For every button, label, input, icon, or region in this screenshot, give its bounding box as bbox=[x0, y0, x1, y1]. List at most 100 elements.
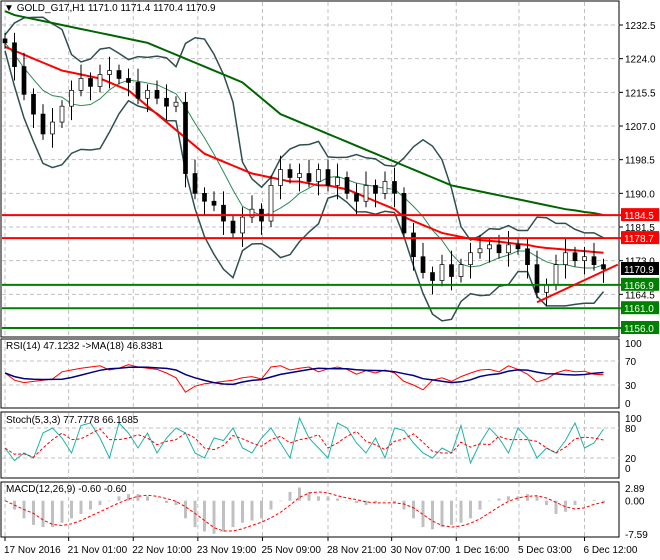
price-bar-body bbox=[297, 173, 302, 178]
macd-histogram-bar bbox=[222, 500, 225, 532]
macd-tick-label: -7.59 bbox=[625, 530, 648, 541]
x-tick-label: 23 Nov 19:00 bbox=[197, 545, 257, 556]
price-bar-body bbox=[439, 264, 445, 281]
price-bar-body bbox=[278, 169, 283, 186]
x-tick-label: 17 Nov 2016 bbox=[4, 545, 61, 556]
price-bar-body bbox=[449, 264, 454, 277]
macd-histogram-bar bbox=[136, 494, 140, 501]
macd-tick-label: 2.89 bbox=[625, 484, 645, 495]
macd-histogram-bar bbox=[146, 496, 149, 501]
macd-histogram-bar bbox=[127, 494, 130, 501]
price-bar-body bbox=[582, 256, 587, 262]
price-bar-body bbox=[202, 192, 207, 202]
trendline bbox=[536, 263, 619, 304]
macd-histogram-bar bbox=[592, 499, 596, 501]
macd-histogram-bar bbox=[507, 496, 510, 501]
macd-histogram-bar bbox=[326, 496, 330, 501]
x-tick-label: 25 Nov 09:00 bbox=[261, 545, 321, 556]
price-bar-body bbox=[135, 82, 141, 99]
macd-signal-line bbox=[4, 491, 604, 532]
y-tick-label: 1190.0 bbox=[625, 189, 655, 200]
macd-histogram-bar bbox=[317, 496, 320, 501]
macd-histogram-bar bbox=[51, 500, 54, 528]
macd-histogram-bar bbox=[155, 500, 159, 502]
macd-histogram-bar bbox=[526, 494, 529, 501]
x-tick-label: 6 Dec 12:00 bbox=[584, 545, 638, 556]
y-tick-label: 1164.5 bbox=[625, 290, 655, 301]
price-bar-body bbox=[430, 272, 435, 281]
price-bar-body bbox=[59, 105, 65, 123]
macd-histogram-bar bbox=[431, 500, 434, 530]
stoch-tick-label: 80 bbox=[625, 424, 637, 435]
macd-histogram-bar bbox=[345, 500, 349, 502]
level-tag-text: 1156.0 bbox=[624, 324, 654, 335]
level-tag-text: 1184.5 bbox=[624, 211, 654, 222]
price-bar-body bbox=[363, 185, 369, 202]
macd-histogram-bar bbox=[355, 500, 358, 503]
macd-histogram-bar bbox=[279, 500, 282, 502]
y-tick-label: 1198.5 bbox=[625, 156, 655, 167]
macd-histogram-bar bbox=[231, 500, 235, 528]
rsi-label: RSI(14) 47.1232 ->MA(18) 46.8381 bbox=[6, 341, 164, 352]
macd-histogram-bar bbox=[241, 500, 244, 523]
price-bar-body bbox=[126, 78, 131, 83]
price-bar-body bbox=[50, 121, 55, 135]
macd-histogram-bar bbox=[108, 500, 111, 502]
price-bar-body bbox=[154, 90, 160, 99]
rsi-tick-label: 0 bbox=[625, 399, 631, 410]
level-tag-text: 1178.7 bbox=[624, 234, 654, 245]
price-bar-body bbox=[458, 264, 464, 277]
price-bar-body bbox=[496, 244, 502, 254]
price-bar-body bbox=[240, 216, 245, 234]
y-tick-label: 1207.0 bbox=[625, 122, 656, 133]
macd-histogram-bar bbox=[260, 500, 263, 519]
bollinger-upper bbox=[4, 16, 604, 242]
ohlc-values: 1171.0 1171.4 1170.4 1170.9 bbox=[87, 3, 216, 14]
price-bar-body bbox=[287, 169, 293, 178]
rsi-tick-label: 100 bbox=[625, 339, 642, 350]
macd-histogram-bar bbox=[469, 500, 472, 519]
price-bar-body bbox=[392, 181, 397, 194]
price-bar-body bbox=[468, 252, 473, 265]
price-bar-body bbox=[601, 264, 606, 270]
price-bar-body bbox=[382, 181, 388, 194]
price-bar-body bbox=[164, 97, 169, 107]
price-bar-body bbox=[21, 66, 27, 95]
rsi-tick-label: 70 bbox=[625, 357, 637, 368]
rsi-line bbox=[4, 364, 604, 393]
chart-header: ▼ GOLD_G17,H1 1171.0 1171.4 1170.4 1170.… bbox=[4, 3, 216, 14]
macd-histogram-bar bbox=[250, 500, 254, 521]
price-bar-body bbox=[12, 42, 17, 67]
price-bar-body bbox=[40, 113, 46, 135]
price-bar-body bbox=[97, 74, 103, 87]
price-bar-body bbox=[553, 264, 559, 285]
stoch-signal-line bbox=[4, 428, 604, 458]
price-bar-body bbox=[31, 93, 36, 115]
macd-histogram-bar bbox=[383, 500, 387, 502]
macd-histogram-bar bbox=[60, 500, 64, 523]
macd-histogram-bar bbox=[545, 500, 548, 506]
price-bar-body bbox=[525, 248, 530, 265]
macd-histogram-bar bbox=[41, 500, 45, 528]
price-bar-body bbox=[572, 252, 578, 262]
x-tick-label: 1 Dec 16:00 bbox=[455, 545, 509, 556]
price-bar-body bbox=[591, 256, 597, 265]
macd-histogram-bar bbox=[288, 491, 292, 501]
price-bar-body bbox=[221, 204, 226, 222]
macd-histogram-bar bbox=[117, 496, 121, 501]
macd-histogram-bar bbox=[336, 498, 339, 501]
macd-histogram-bar bbox=[269, 500, 273, 510]
price-bar-body bbox=[344, 177, 350, 194]
dropdown-triangle-icon[interactable]: ▼ bbox=[4, 3, 14, 14]
price-bar-body bbox=[145, 90, 150, 99]
price-bar-body bbox=[325, 169, 331, 186]
x-tick-label: 5 Dec 03:00 bbox=[518, 545, 572, 556]
price-bar-body bbox=[183, 101, 188, 174]
price-bar-body bbox=[107, 70, 112, 75]
ma-slow-line bbox=[4, 10, 604, 217]
price-bar-body bbox=[420, 256, 426, 273]
macd-histogram-bar bbox=[203, 500, 206, 532]
symbol-label: GOLD_G17,H1 bbox=[16, 3, 86, 14]
price-bar-body bbox=[211, 200, 217, 206]
level-tag-text: 1161.0 bbox=[624, 304, 654, 315]
